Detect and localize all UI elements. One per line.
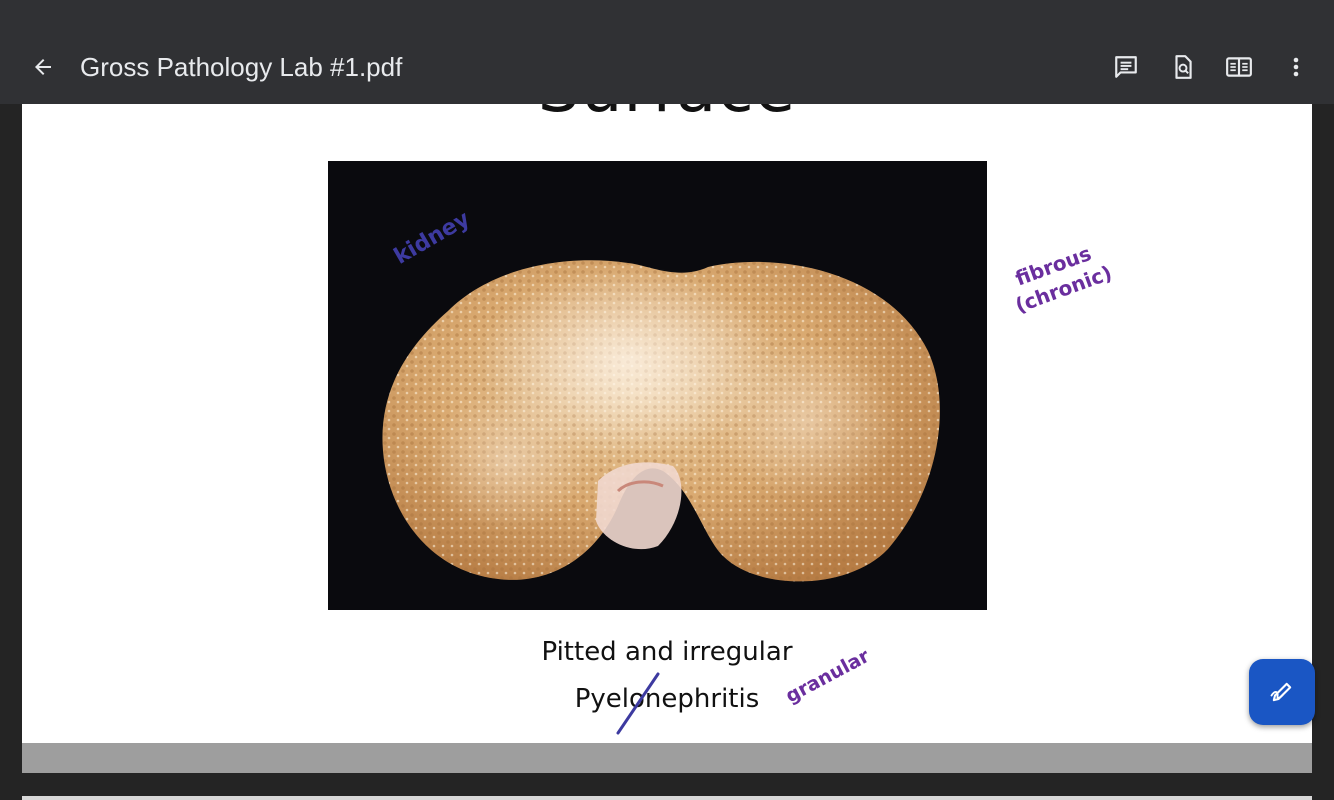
reading-mode-icon <box>1226 57 1252 77</box>
caption-line-2: Pyelonephritis <box>574 684 760 714</box>
caption-line-1: Pitted and irregular <box>541 637 793 667</box>
more-options-icon <box>1293 57 1299 77</box>
comment-button[interactable] <box>1109 50 1143 84</box>
top-app-bar: Gross Pathology Lab #1.pdf <box>0 0 1334 104</box>
document-title: Gross Pathology Lab #1.pdf <box>80 52 403 82</box>
pdf-page: Surface <box>22 0 1312 743</box>
edit-fab[interactable] <box>1249 659 1315 725</box>
comment-icon <box>1115 56 1137 78</box>
back-button[interactable] <box>26 50 60 84</box>
arrow-back-icon <box>35 59 51 75</box>
strike-through-mark <box>616 672 660 735</box>
page-separator <box>22 743 1312 773</box>
next-page-edge <box>22 796 1312 800</box>
edit-pen-icon <box>1270 682 1292 702</box>
find-in-page-icon <box>1175 55 1192 79</box>
more-options-button[interactable] <box>1279 50 1313 84</box>
reading-mode-button[interactable] <box>1222 50 1256 84</box>
find-in-page-button[interactable] <box>1166 50 1200 84</box>
